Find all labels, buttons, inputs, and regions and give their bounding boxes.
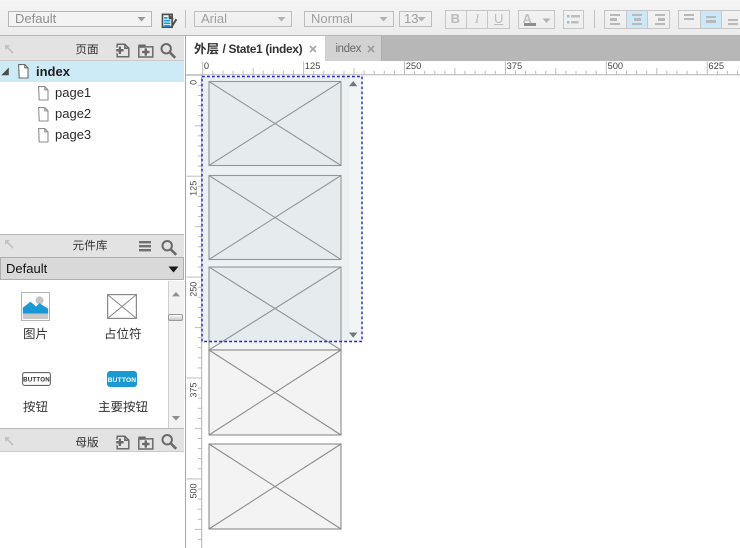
svg-text:0: 0 — [203, 61, 208, 71]
svg-text:375: 375 — [506, 61, 522, 71]
svg-text:500: 500 — [607, 61, 623, 71]
svg-text:BUTTON: BUTTON — [23, 377, 50, 384]
svg-text:125: 125 — [188, 181, 198, 196]
svg-text:125: 125 — [304, 61, 320, 71]
svg-text:375: 375 — [188, 383, 198, 398]
svg-text:BUTTON: BUTTON — [108, 377, 137, 384]
svg-text:0: 0 — [188, 80, 198, 85]
svg-text:500: 500 — [188, 484, 198, 499]
svg-text:250: 250 — [405, 61, 421, 71]
svg-text:250: 250 — [188, 282, 198, 297]
svg-text:625: 625 — [708, 61, 724, 71]
